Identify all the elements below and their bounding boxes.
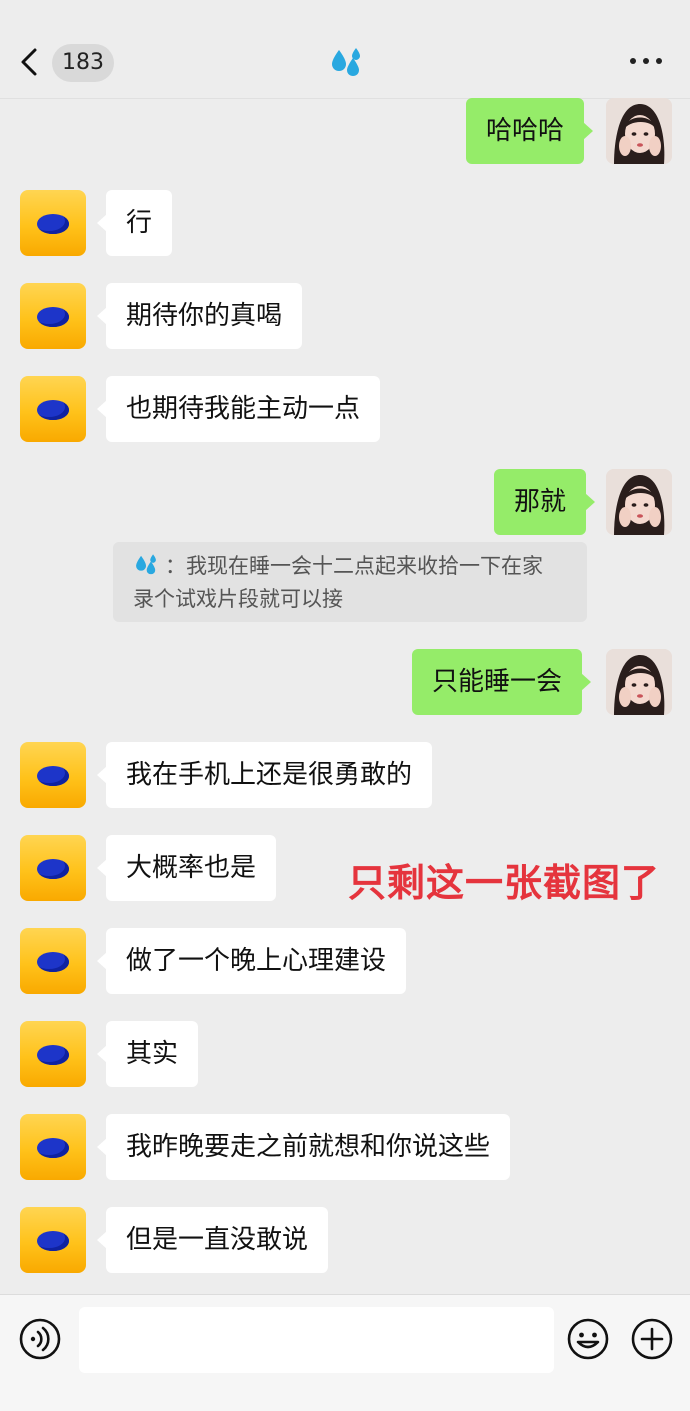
quote-line-2: 录个试戏片段就可以接 xyxy=(133,587,343,611)
emoji-button[interactable] xyxy=(566,1317,610,1365)
chat-header: 183 xyxy=(0,0,690,99)
message-bubble-incoming[interactable]: 做了一个晚上心理建设 xyxy=(96,928,407,994)
message-bubble-incoming[interactable]: 其实 xyxy=(96,1021,199,1087)
plus-icon xyxy=(631,1318,673,1360)
message-bubble-incoming[interactable]: 我在手机上还是很勇敢的 xyxy=(96,742,433,808)
emoji-icon xyxy=(567,1318,609,1360)
message-bubble-outgoing[interactable]: 那就 xyxy=(494,469,596,535)
voice-icon xyxy=(19,1318,61,1360)
contact-avatar[interactable] xyxy=(20,928,86,994)
contact-avatar[interactable] xyxy=(20,283,86,349)
contact-avatar[interactable] xyxy=(20,1207,86,1273)
contact-avatar[interactable] xyxy=(20,190,86,256)
message-bubble-incoming[interactable]: 但是一直没敢说 xyxy=(96,1207,329,1273)
input-bar xyxy=(0,1294,690,1411)
sweat-drops-icon xyxy=(329,46,363,84)
message-bubble-incoming[interactable]: 行 xyxy=(96,190,173,256)
self-avatar[interactable] xyxy=(606,469,672,535)
message-bubble-incoming[interactable]: 我昨晚要走之前就想和你说这些 xyxy=(96,1114,511,1180)
message-bubble-incoming[interactable]: 也期待我能主动一点 xyxy=(96,376,381,442)
back-chevron-icon xyxy=(21,48,37,76)
more-actions-button[interactable] xyxy=(630,1317,674,1365)
contact-avatar[interactable] xyxy=(20,835,86,901)
quote-line-1: ：我现在睡一会十二点起来收拾一下在家 xyxy=(165,554,543,578)
message-bubble-incoming[interactable]: 期待你的真喝 xyxy=(96,283,303,349)
sweat-drops-icon xyxy=(133,553,159,585)
self-avatar[interactable] xyxy=(606,649,672,715)
message-input[interactable] xyxy=(79,1307,554,1373)
more-options-button[interactable] xyxy=(630,52,664,72)
contact-avatar[interactable] xyxy=(20,1114,86,1180)
contact-avatar[interactable] xyxy=(20,742,86,808)
annotation-overlay-text: 只剩这一张截图了 xyxy=(348,861,661,905)
contact-avatar[interactable] xyxy=(20,1021,86,1087)
self-avatar[interactable] xyxy=(606,98,672,164)
quoted-message[interactable]: ：我现在睡一会十二点起来收拾一下在家 录个试戏片段就可以接 xyxy=(113,542,587,622)
message-bubble-outgoing[interactable]: 只能睡一会 xyxy=(412,649,592,715)
message-bubble-outgoing[interactable]: 哈哈哈 xyxy=(466,98,594,164)
unread-count-badge[interactable]: 183 xyxy=(52,44,114,82)
contact-avatar[interactable] xyxy=(20,376,86,442)
message-bubble-incoming[interactable]: 大概率也是 xyxy=(96,835,277,901)
voice-button[interactable] xyxy=(18,1317,62,1365)
